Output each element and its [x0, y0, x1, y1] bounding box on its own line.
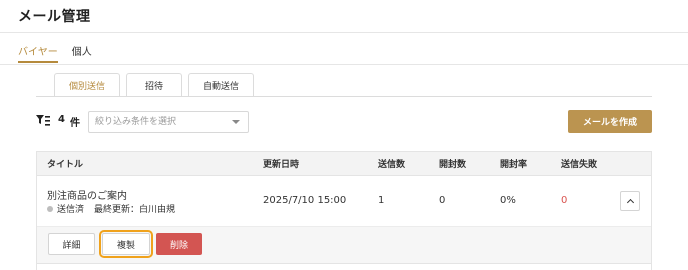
sent-count: 1	[378, 195, 385, 206]
filter-list-icon[interactable]	[36, 115, 50, 127]
delete-button[interactable]: 削除	[156, 233, 202, 255]
chevron-up-icon	[626, 198, 634, 207]
tab-individual[interactable]: 個人	[72, 39, 92, 63]
row-actions: 詳細 複製 削除	[37, 226, 651, 264]
mail-status-line: 送信済 最終更新：白川由規	[47, 202, 175, 215]
collapse-row-button[interactable]	[620, 191, 640, 211]
sub-tabs-divider	[36, 96, 652, 97]
caret-down-icon	[232, 120, 240, 124]
updated-at: 2025/7/10 15:00	[263, 195, 347, 206]
sub-tab-bar: 個別送信 招待 自動送信	[54, 73, 254, 97]
col-header-sent: 送信数	[378, 160, 406, 170]
tabs-divider	[0, 64, 688, 65]
tab-individual-send[interactable]: 個別送信	[54, 73, 120, 97]
failed-count: 0	[561, 195, 568, 206]
mail-title[interactable]: 別注商品のご案内	[47, 187, 127, 202]
detail-button[interactable]: 詳細	[48, 233, 95, 255]
mail-table: タイトル 更新日時 送信数 開封数 開封率 送信失敗 別注商品のご案内 送信済 …	[36, 151, 652, 270]
page-title: メール管理	[18, 9, 91, 25]
tab-invitation[interactable]: 招待	[126, 73, 182, 97]
create-mail-button[interactable]: メールを作成	[568, 110, 652, 133]
copy-button[interactable]: 複製	[99, 230, 153, 258]
tab-buyer[interactable]: バイヤー	[18, 39, 58, 63]
header-divider	[0, 32, 688, 33]
result-count-unit: 件	[70, 118, 80, 129]
top-tab-bar: バイヤー 個人	[18, 39, 92, 63]
col-header-failed: 送信失敗	[561, 160, 598, 170]
tab-auto-send[interactable]: 自動送信	[188, 73, 254, 97]
col-header-opened: 開封数	[439, 160, 467, 170]
status-dot-icon	[47, 205, 53, 212]
col-header-open-rate: 開封率	[500, 160, 528, 170]
col-header-title: タイトル	[47, 160, 84, 170]
filter-select[interactable]: 絞り込み条件を選択	[88, 111, 249, 133]
open-rate: 0%	[500, 195, 516, 206]
status-badge: 送信済	[57, 205, 85, 215]
filter-select-placeholder: 絞り込み条件を選択	[95, 117, 177, 127]
col-header-updated: 更新日時	[263, 160, 300, 170]
result-count: 4	[58, 114, 65, 125]
last-updated-by: 最終更新：白川由規	[94, 205, 176, 215]
opened-count: 0	[439, 195, 446, 206]
table-header: タイトル 更新日時 送信数 開封数 開封率 送信失敗	[37, 151, 651, 176]
